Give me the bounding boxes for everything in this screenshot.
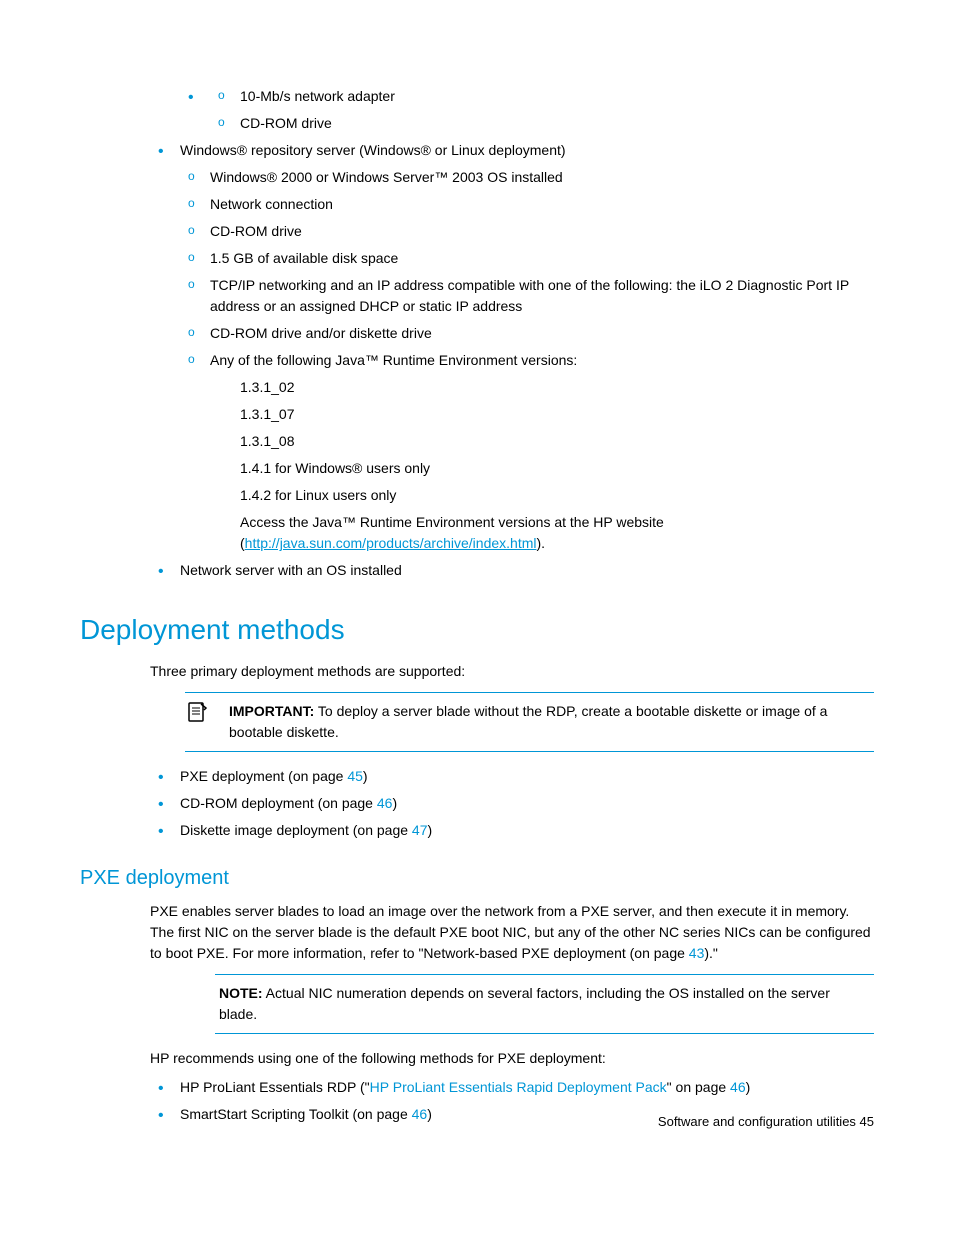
list-text: Any of the following Java™ Runtime Envir…	[210, 352, 577, 368]
text: Actual NIC numeration depends on several…	[219, 985, 830, 1022]
list-item: PXE deployment (on page 45)	[150, 766, 874, 787]
list-item: HP ProLiant Essentials RDP ("HP ProLiant…	[150, 1077, 874, 1098]
important-box: IMPORTANT: To deploy a server blade with…	[185, 692, 874, 752]
list-item: Network connection	[180, 194, 874, 215]
text: CD-ROM deployment (on page	[180, 795, 377, 811]
java-version: 1.3.1_02	[240, 377, 874, 398]
note-label: NOTE:	[219, 985, 263, 1001]
list-item: 10-Mb/s network adapter CD-ROM drive	[180, 86, 874, 134]
text: PXE enables server blades to load an ima…	[150, 903, 871, 961]
list-item: Windows® repository server (Windows® or …	[150, 140, 874, 554]
java-version: 1.4.1 for Windows® users only	[240, 458, 874, 479]
java-access: Access the Java™ Runtime Environment ver…	[240, 512, 874, 554]
text: )	[428, 822, 433, 838]
text: )."	[704, 945, 718, 961]
text: PXE deployment (on page	[180, 768, 347, 784]
text: )	[746, 1079, 751, 1095]
heading-pxe-deployment: PXE deployment	[80, 863, 874, 893]
list-item: CD-ROM drive and/or diskette drive	[180, 323, 874, 344]
text: " on page	[667, 1079, 730, 1095]
java-link[interactable]: http://java.sun.com/products/archive/ind…	[245, 535, 537, 551]
page-ref[interactable]: 46	[412, 1106, 428, 1122]
list-item: 10-Mb/s network adapter	[210, 86, 874, 107]
text: )	[363, 768, 368, 784]
list-item: Diskette image deployment (on page 47)	[150, 820, 874, 841]
page-ref[interactable]: 43	[689, 945, 705, 961]
list-item: CD-ROM drive	[180, 221, 874, 242]
list-item: CD-ROM deployment (on page 46)	[150, 793, 874, 814]
text: Diskette image deployment (on page	[180, 822, 412, 838]
top-list-block: 10-Mb/s network adapter CD-ROM drive Win…	[150, 86, 874, 581]
list-item: Any of the following Java™ Runtime Envir…	[180, 350, 874, 554]
important-label: IMPORTANT:	[229, 703, 314, 719]
text: HP ProLiant Essentials RDP ("	[180, 1079, 370, 1095]
java-versions-block: 1.3.1_02 1.3.1_07 1.3.1_08 1.4.1 for Win…	[240, 377, 874, 554]
text: To deploy a server blade without the RDP…	[229, 703, 827, 740]
important-icon	[185, 701, 209, 725]
heading-deployment-methods: Deployment methods	[80, 609, 874, 651]
page-ref[interactable]: 47	[412, 822, 428, 838]
text: )	[392, 795, 397, 811]
page-footer: Software and configuration utilities 45	[658, 1112, 874, 1132]
java-version: 1.3.1_07	[240, 404, 874, 425]
cross-ref-link[interactable]: HP ProLiant Essentials Rapid Deployment …	[370, 1079, 667, 1095]
important-text: IMPORTANT: To deploy a server blade with…	[229, 701, 870, 743]
list-item: Network server with an OS installed	[150, 560, 874, 581]
java-version: 1.3.1_08	[240, 431, 874, 452]
deployment-intro: Three primary deployment methods are sup…	[150, 661, 874, 682]
text: ).	[536, 535, 545, 551]
list-item: Windows® 2000 or Windows Server™ 2003 OS…	[180, 167, 874, 188]
java-version: 1.4.2 for Linux users only	[240, 485, 874, 506]
page-ref[interactable]: 45	[347, 768, 363, 784]
list-item: TCP/IP networking and an IP address comp…	[180, 275, 874, 317]
page: 10-Mb/s network adapter CD-ROM drive Win…	[0, 0, 954, 1171]
pxe-para2: HP recommends using one of the following…	[150, 1048, 874, 1069]
note-box: NOTE: Actual NIC numeration depends on s…	[215, 974, 874, 1034]
pxe-para1: PXE enables server blades to load an ima…	[150, 901, 874, 964]
list-text: Windows® repository server (Windows® or …	[180, 142, 566, 158]
list-item: CD-ROM drive	[210, 113, 874, 134]
list-item: 1.5 GB of available disk space	[180, 248, 874, 269]
deployment-methods-list: PXE deployment (on page 45) CD-ROM deplo…	[150, 766, 874, 841]
text: )	[427, 1106, 432, 1122]
page-ref[interactable]: 46	[377, 795, 393, 811]
page-ref[interactable]: 46	[730, 1079, 746, 1095]
text: SmartStart Scripting Toolkit (on page	[180, 1106, 412, 1122]
